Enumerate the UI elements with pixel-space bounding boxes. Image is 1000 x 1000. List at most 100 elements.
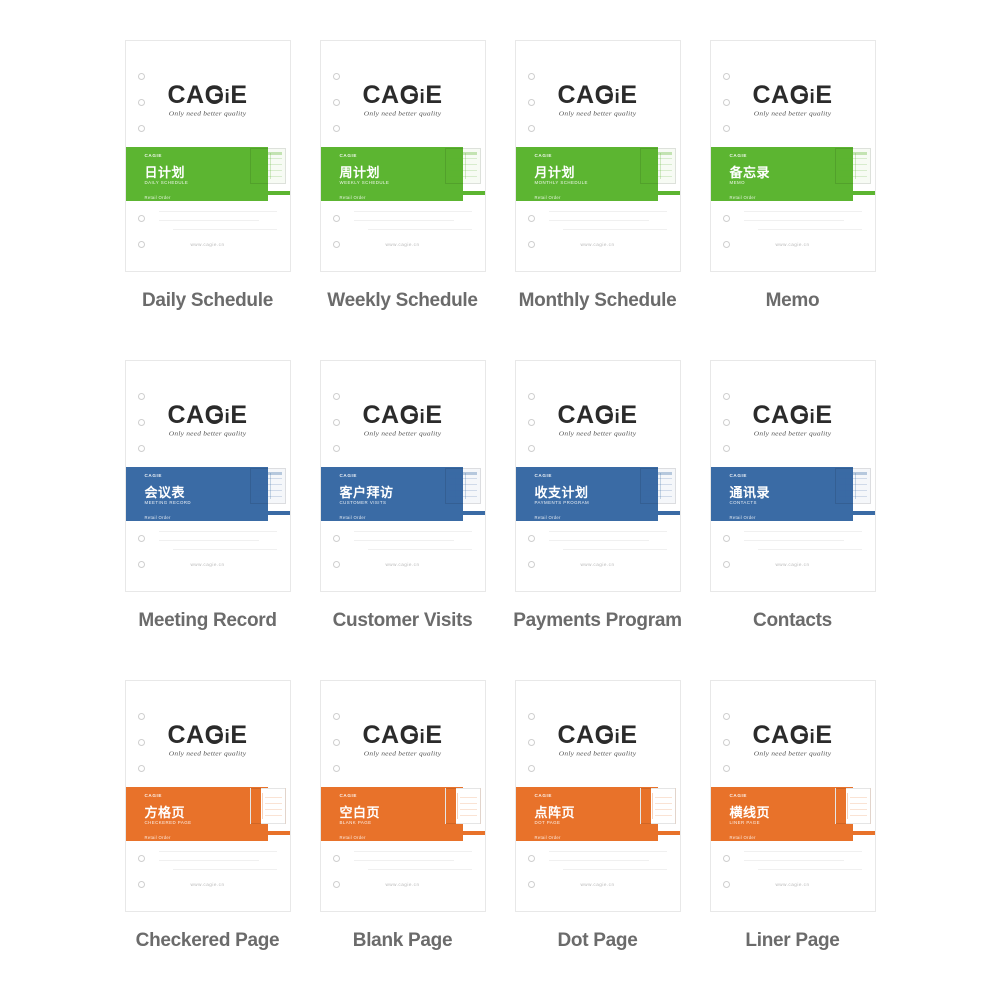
brand-wordmark-post: E (425, 721, 443, 749)
refill-sheet-preview[interactable]: CAGiE Only need better quality CAGIE 日计划 DAI… (124, 40, 291, 272)
brand-wordmark-g-ring-icon: G (204, 81, 225, 109)
refill-sheet-preview[interactable]: CAGiE Only need better quality CAGIE 周计划 WEE… (319, 40, 486, 272)
refill-sheet-preview[interactable]: CAGiE Only need better quality CAGIE 通讯录 CON… (709, 360, 876, 592)
brand-wordmark-g-ring-icon: G (204, 401, 225, 429)
brand-wordmark-pre: CA (362, 721, 400, 749)
page-preview-image (834, 788, 871, 824)
binder-hole-icon (137, 73, 145, 80)
product-card[interactable]: CAGiE Only need better quality CAGIE 客户拜访 CU… (305, 360, 500, 680)
form-row-line (448, 490, 477, 491)
thumbnail-accent-bar (245, 511, 290, 515)
page-preview-thumbnail (440, 788, 485, 838)
form-header-block (448, 472, 461, 475)
product-card[interactable]: CAGiE Only need better quality CAGIE 方格页 CHE… (110, 680, 305, 1000)
form-row-line (643, 496, 672, 497)
form-row-line (643, 478, 672, 479)
form-row-line (838, 496, 867, 497)
form-header-block (838, 472, 851, 475)
form-header-block-right (657, 472, 672, 475)
page-preview-image (249, 788, 286, 824)
form-row-line (643, 158, 672, 159)
product-caption: Meeting Record (138, 610, 277, 631)
refill-sheet-preview[interactable]: CAGiE Only need better quality CAGIE 客户拜访 CU… (319, 360, 486, 592)
website-footer: www.cagie.cn (580, 562, 615, 567)
brand-lockup: CAGiE Only need better quality (126, 403, 290, 438)
brand-lockup: CAGiE Only need better quality (126, 723, 290, 758)
brand-wordmark-post: E (620, 401, 638, 429)
form-row-line (643, 176, 672, 177)
refill-sheet-preview[interactable]: CAGiE Only need better quality CAGIE 空白页 BLA… (319, 680, 486, 912)
binder-hole-icon (332, 125, 340, 132)
form-header-block-right (462, 472, 477, 475)
thumbnail-accent-bar (830, 511, 875, 515)
brand-lockup: CAGiE Only need better quality (516, 723, 680, 758)
binder-hole-icon (137, 445, 145, 452)
brand-wordmark-post: E (815, 401, 833, 429)
page-preview-image (444, 148, 481, 184)
binder-hole-icon (722, 125, 730, 132)
product-caption: Daily Schedule (142, 290, 273, 311)
thumbnail-accent-bar (830, 831, 875, 835)
brand-wordmark-post: E (620, 721, 638, 749)
form-header-block-right (852, 472, 867, 475)
brand-wordmark: CAGiE (362, 723, 442, 748)
ruled-lines (548, 211, 667, 233)
product-card[interactable]: CAGiE Only need better quality CAGIE 日计划 DAI… (110, 40, 305, 360)
brand-wordmark-post: E (230, 401, 248, 429)
brand-tagline: Only need better quality (363, 109, 442, 118)
page-preview-image (249, 468, 286, 504)
product-card[interactable]: CAGiE Only need better quality CAGIE 月计划 MON… (500, 40, 695, 360)
form-row-line (253, 490, 282, 491)
form-row-line (448, 484, 477, 485)
binder-hole-icon (137, 713, 145, 720)
page-preview-thumbnail (635, 148, 680, 198)
product-card[interactable]: CAGiE Only need better quality CAGIE 空白页 BLA… (305, 680, 500, 1000)
page-preview-image (834, 468, 871, 504)
book-page-line (654, 797, 672, 798)
book-page-line (459, 803, 477, 804)
binder-hole-icon (137, 393, 145, 400)
form-row-line (643, 490, 672, 491)
binder-hole-icon (527, 73, 535, 80)
refill-sheet-preview[interactable]: CAGiE Only need better quality CAGIE 横线页 LIN… (709, 680, 876, 912)
page-preview-thumbnail (830, 148, 875, 198)
refill-sheet-preview[interactable]: CAGiE Only need better quality CAGIE 会议表 MEE… (124, 360, 291, 592)
product-card[interactable]: CAGiE Only need better quality CAGIE 收支计划 PA… (500, 360, 695, 680)
product-caption: Dot Page (557, 930, 638, 951)
ruled-lines (353, 851, 472, 873)
binder-hole-icon (137, 855, 145, 862)
product-card[interactable]: CAGiE Only need better quality CAGIE 会议表 MEE… (110, 360, 305, 680)
product-card[interactable]: CAGiE Only need better quality CAGIE 横线页 LIN… (695, 680, 890, 1000)
website-footer: www.cagie.cn (775, 562, 810, 567)
brand-wordmark: CAGiE (752, 83, 832, 108)
form-header-block (253, 472, 266, 475)
refill-sheet-preview[interactable]: CAGiE Only need better quality CAGIE 备忘录 MEM… (709, 40, 876, 272)
brand-tagline: Only need better quality (168, 429, 247, 438)
refill-sheet-preview[interactable]: CAGiE Only need better quality CAGIE 方格页 CHE… (124, 680, 291, 912)
product-card[interactable]: CAGiE Only need better quality CAGIE 备忘录 MEM… (695, 40, 890, 360)
form-row-line (448, 164, 477, 165)
product-card[interactable]: CAGiE Only need better quality CAGIE 点阵页 DOT… (500, 680, 695, 1000)
refill-sheet-preview[interactable]: CAGiE Only need better quality CAGIE 月计划 MON… (514, 40, 681, 272)
binder-hole-icon (722, 535, 730, 542)
refill-sheet-preview[interactable]: CAGiE Only need better quality CAGIE 收支计划 PA… (514, 360, 681, 592)
ruled-lines (743, 851, 862, 873)
refill-sheet-preview[interactable]: CAGiE Only need better quality CAGIE 点阵页 DOT… (514, 680, 681, 912)
brand-wordmark-post: E (815, 81, 833, 109)
brand-wordmark-g-ring-icon: G (204, 721, 225, 749)
ruled-lines (158, 211, 277, 233)
form-row-line (838, 170, 867, 171)
product-card[interactable]: CAGiE Only need better quality CAGIE 通讯录 CON… (695, 360, 890, 680)
brand-wordmark-g-ring-icon: G (789, 81, 810, 109)
brand-wordmark-pre: CA (167, 401, 205, 429)
ruled-lines (548, 531, 667, 553)
website-footer: www.cagie.cn (580, 882, 615, 887)
book-page-line (264, 809, 282, 810)
book-spine-line (261, 793, 263, 819)
binder-hole-icon (527, 713, 535, 720)
product-card[interactable]: CAGiE Only need better quality CAGIE 周计划 WEE… (305, 40, 500, 360)
brand-wordmark-g-ring-icon: G (789, 721, 810, 749)
binder-hole-icon (137, 535, 145, 542)
book-page-line (264, 797, 282, 798)
binder-hole-icon (527, 445, 535, 452)
